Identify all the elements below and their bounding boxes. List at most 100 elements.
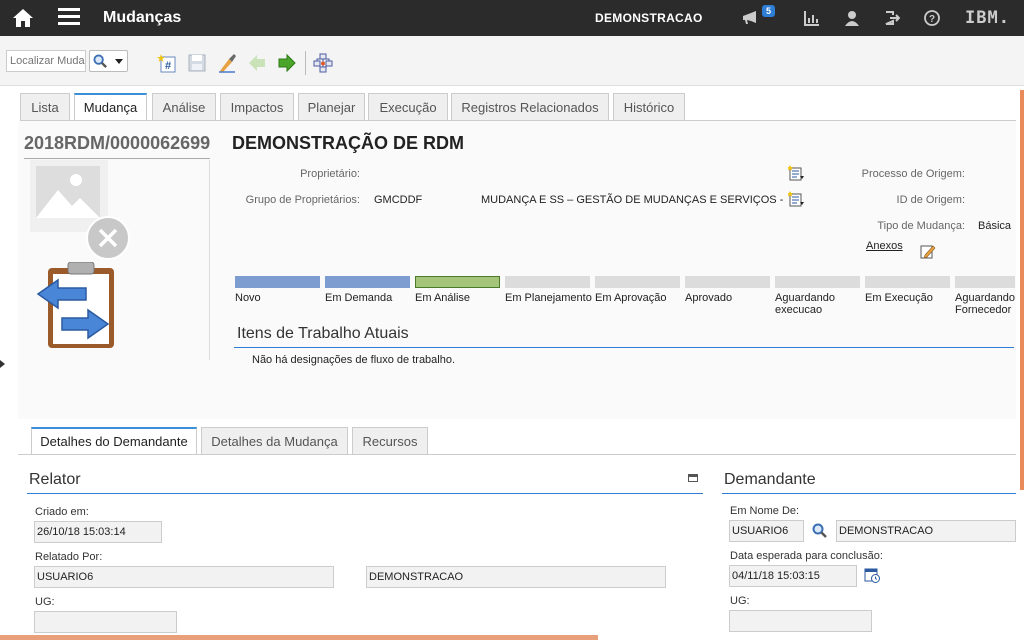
search-button[interactable] <box>89 50 128 72</box>
tipo-mudanca-value: Básica <box>978 220 1012 232</box>
grupo-value: GMCDDF <box>374 194 423 206</box>
stage-bar-em-analise <box>415 276 500 288</box>
relatado-por-label: Relatado Por: <box>35 551 103 563</box>
megaphone-icon[interactable] <box>742 10 758 26</box>
subtab-detalhes-demandante[interactable]: Detalhes do Demandante <box>31 427 197 455</box>
stage-label: Em Planejamento <box>505 292 592 304</box>
search-input[interactable] <box>6 50 86 72</box>
menu-icon[interactable] <box>58 8 80 28</box>
demandante-divider <box>722 493 1016 494</box>
relator-divider <box>27 493 703 494</box>
anexos-link[interactable]: Anexos <box>866 240 903 252</box>
edit-attachments-icon[interactable] <box>920 243 936 259</box>
svg-text:#: # <box>165 60 171 72</box>
em-nome-de-field[interactable]: USUARIO6 <box>729 520 804 542</box>
stage-label: Aguardando Fornecedor <box>955 292 1015 316</box>
stage-label: Em Aprovação <box>595 292 667 304</box>
svg-text:?: ? <box>929 14 935 25</box>
id-origem-label: ID de Origem: <box>896 194 965 206</box>
tab-impactos[interactable]: Impactos <box>220 93 294 121</box>
stage-bar-em-execucao <box>865 276 950 288</box>
save-icon[interactable] <box>187 53 207 73</box>
logout-icon[interactable] <box>884 10 900 26</box>
stage-label: Novo <box>235 292 261 304</box>
tab-planejar[interactable]: Planejar <box>298 93 365 121</box>
tipo-mudanca-label: Tipo de Mudança: <box>877 220 965 232</box>
expand-left-icon[interactable] <box>0 360 5 368</box>
ibm-logo: IBM. <box>965 8 1010 28</box>
record-title: DEMONSTRAÇÃO DE RDM <box>232 133 464 153</box>
remove-image-icon[interactable] <box>86 216 130 260</box>
select-group-icon[interactable] <box>788 191 804 207</box>
data-esperada-field[interactable]: 04/11/18 15:03:15 <box>729 565 857 587</box>
stage-bar-em-demanda <box>325 276 410 288</box>
top-bar: Mudanças DEMONSTRACAO 5 ? IBM. <box>0 0 1024 36</box>
toolbar-separator <box>305 51 306 75</box>
stage-label: Em Demanda <box>325 292 393 304</box>
criado-em-field[interactable]: 26/10/18 15:03:14 <box>34 521 162 543</box>
demandante-title: Demandante <box>724 471 816 488</box>
tab-execucao[interactable]: Execução <box>368 93 448 121</box>
processo-origem-label: Processo de Origem: <box>861 168 965 180</box>
workflow-icon[interactable] <box>313 53 333 73</box>
horizontal-scrollbar[interactable] <box>0 635 598 640</box>
ug-label: UG: <box>35 596 55 608</box>
stage-label: Aguardando execucao <box>775 292 835 316</box>
stage-label: Em Análise <box>415 292 471 304</box>
user-name: DEMONSTRACAO <box>595 11 703 25</box>
tab-lista[interactable]: Lista <box>20 93 70 121</box>
stage-bar-aguardando-execucao <box>775 276 860 288</box>
calendar-icon[interactable] <box>864 567 880 583</box>
tab-analise[interactable]: Análise <box>152 93 216 121</box>
tab-registros-relacionados[interactable]: Registros Relacionados <box>451 93 609 121</box>
ug-field[interactable] <box>34 611 177 633</box>
tab-historico[interactable]: Histórico <box>613 93 685 121</box>
reports-icon[interactable] <box>804 10 820 26</box>
previous-icon[interactable] <box>247 53 267 73</box>
notification-badge: 5 <box>762 5 776 17</box>
grupo-label: Grupo de Proprietários: <box>245 194 360 206</box>
itens-trabalho-divider <box>234 347 1014 348</box>
search-icon[interactable] <box>812 523 828 539</box>
relatado-por-name-field[interactable]: DEMONSTRACAO <box>366 566 666 588</box>
grupo-description: MUDANÇA E SS – GESTÃO DE MUDANÇAS E SERV… <box>481 194 784 206</box>
record-header-panel <box>18 121 1016 419</box>
stage-bar-em-aprovacao <box>595 276 680 288</box>
em-nome-de-label: Em Nome De: <box>730 505 800 517</box>
relatado-por-field[interactable]: USUARIO6 <box>34 566 334 588</box>
subtab-recursos[interactable]: Recursos <box>352 427 428 455</box>
data-esperada-label: Data esperada para conclusão: <box>730 550 883 562</box>
stage-label: Aprovado <box>685 292 733 304</box>
proprietario-label: Proprietário: <box>300 168 360 180</box>
record-id-underline <box>24 158 210 159</box>
app-title: Mudanças <box>103 9 182 26</box>
stage-bar-novo <box>235 276 320 288</box>
subtab-detalhes-mudanca[interactable]: Detalhes da Mudança <box>201 427 348 455</box>
stage-label: Em Execução <box>865 292 933 304</box>
stage-bar-aprovado <box>685 276 770 288</box>
collapse-section-icon[interactable] <box>688 474 698 482</box>
stage-bar-em-planejamento <box>505 276 590 288</box>
record-id: 2018RDM/0000062699 <box>24 133 211 153</box>
criado-em-label: Criado em: <box>35 506 89 518</box>
search-icon <box>93 54 107 68</box>
chevron-down-icon <box>115 59 123 64</box>
new-record-icon[interactable]: # <box>157 53 177 73</box>
itens-trabalho-title: Itens de Trabalho Atuais <box>237 325 409 342</box>
home-icon[interactable] <box>12 8 34 28</box>
itens-trabalho-empty: Não há designações de fluxo de trabalho. <box>252 354 456 366</box>
clear-icon[interactable] <box>217 53 237 73</box>
header-divider <box>209 160 210 360</box>
profile-icon[interactable] <box>844 10 860 26</box>
change-clipboard-icon <box>36 262 114 348</box>
select-owner-icon[interactable] <box>788 165 804 181</box>
stage-bar-aguardando-fornecedor <box>955 276 1015 288</box>
demandante-ug-field[interactable] <box>729 610 872 632</box>
tab-mudanca[interactable]: Mudança <box>74 93 147 121</box>
scrollbar[interactable] <box>1020 90 1024 490</box>
em-nome-de-name-field[interactable]: DEMONSTRACAO <box>836 520 1016 542</box>
next-icon[interactable] <box>277 53 297 73</box>
relator-title: Relator <box>29 471 81 488</box>
subtab-divider <box>18 454 1016 455</box>
help-icon[interactable]: ? <box>924 10 940 26</box>
